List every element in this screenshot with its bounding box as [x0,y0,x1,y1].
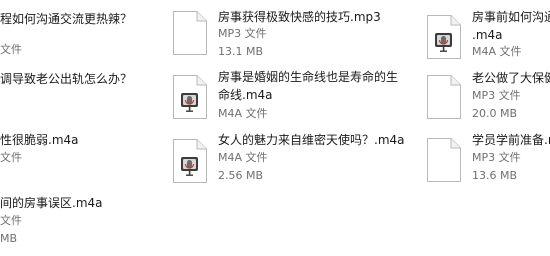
file-item[interactable]: 调导致老公出轨怎么办？ [0,70,160,126]
file-name: 调导致老公出轨怎么办？ [0,72,133,86]
file-type: MP3 文件 [218,27,267,40]
file-item[interactable]: 程如何沟通交流更热辣？ 文件 [0,0,160,70]
file-item[interactable]: 房事是婚姻的生命线也是寿命的生 命线.m4a M4A 文件 [172,66,412,124]
file-name-line2: 命线.m4a [218,88,273,102]
file-name: 间的房事误区.m4a [0,196,103,210]
blank-file-icon [426,137,462,183]
audio-file-icon [426,14,462,60]
audio-file-icon [172,138,208,184]
file-type: M4A 文件 [472,45,522,58]
file-name: 房事前如何沟通 [472,10,550,24]
file-type: M4A 文件 [218,107,268,120]
file-name: 学员学前准备.m [472,133,550,147]
blank-file-icon [172,10,208,56]
file-item[interactable]: 房事获得极致快感的技巧.mp3 MP3 文件 13.1 MB [172,2,412,64]
file-type: 文件 [0,151,22,164]
file-type: M4A 文件 [218,151,268,164]
file-item[interactable]: 女人的魅力来自维密天使吗？.m4a M4A 文件 2.56 MB [172,128,412,188]
file-size: 2.56 MB [218,169,264,182]
file-size: 13.1 MB [218,45,264,58]
file-size: 13.6 MB [472,169,518,182]
file-size: 20.0 MB [472,107,518,120]
file-name: 房事获得极致快感的技巧.mp3 [218,10,381,24]
file-type: MP3 文件 [472,151,521,164]
file-size: MB [0,232,18,245]
file-name: 性很脆弱.m4a [0,133,79,147]
file-name: 房事是婚姻的生命线也是寿命的生 [218,70,399,84]
file-item[interactable]: 学员学前准备.m MP3 文件 13.6 MB [426,128,550,188]
file-name-line2: .m4a [472,28,503,42]
file-type: 文件 [0,214,22,227]
file-name: 老公做了大保健 [472,71,550,85]
file-item[interactable]: 间的房事误区.m4a 文件 MB [0,186,160,256]
file-name: 程如何沟通交流更热辣？ [0,12,133,26]
file-name: 女人的魅力来自维密天使吗？.m4a [218,133,405,147]
audio-file-icon [172,74,208,120]
file-type: 文件 [0,43,22,56]
blank-file-icon [426,74,462,120]
file-item[interactable]: 老公做了大保健 MP3 文件 20.0 MB [426,66,550,124]
file-item[interactable]: 性很脆弱.m4a 文件 [0,126,160,186]
file-item[interactable]: 房事前如何沟通 .m4a M4A 文件 [426,2,550,64]
file-type: MP3 文件 [472,89,521,102]
